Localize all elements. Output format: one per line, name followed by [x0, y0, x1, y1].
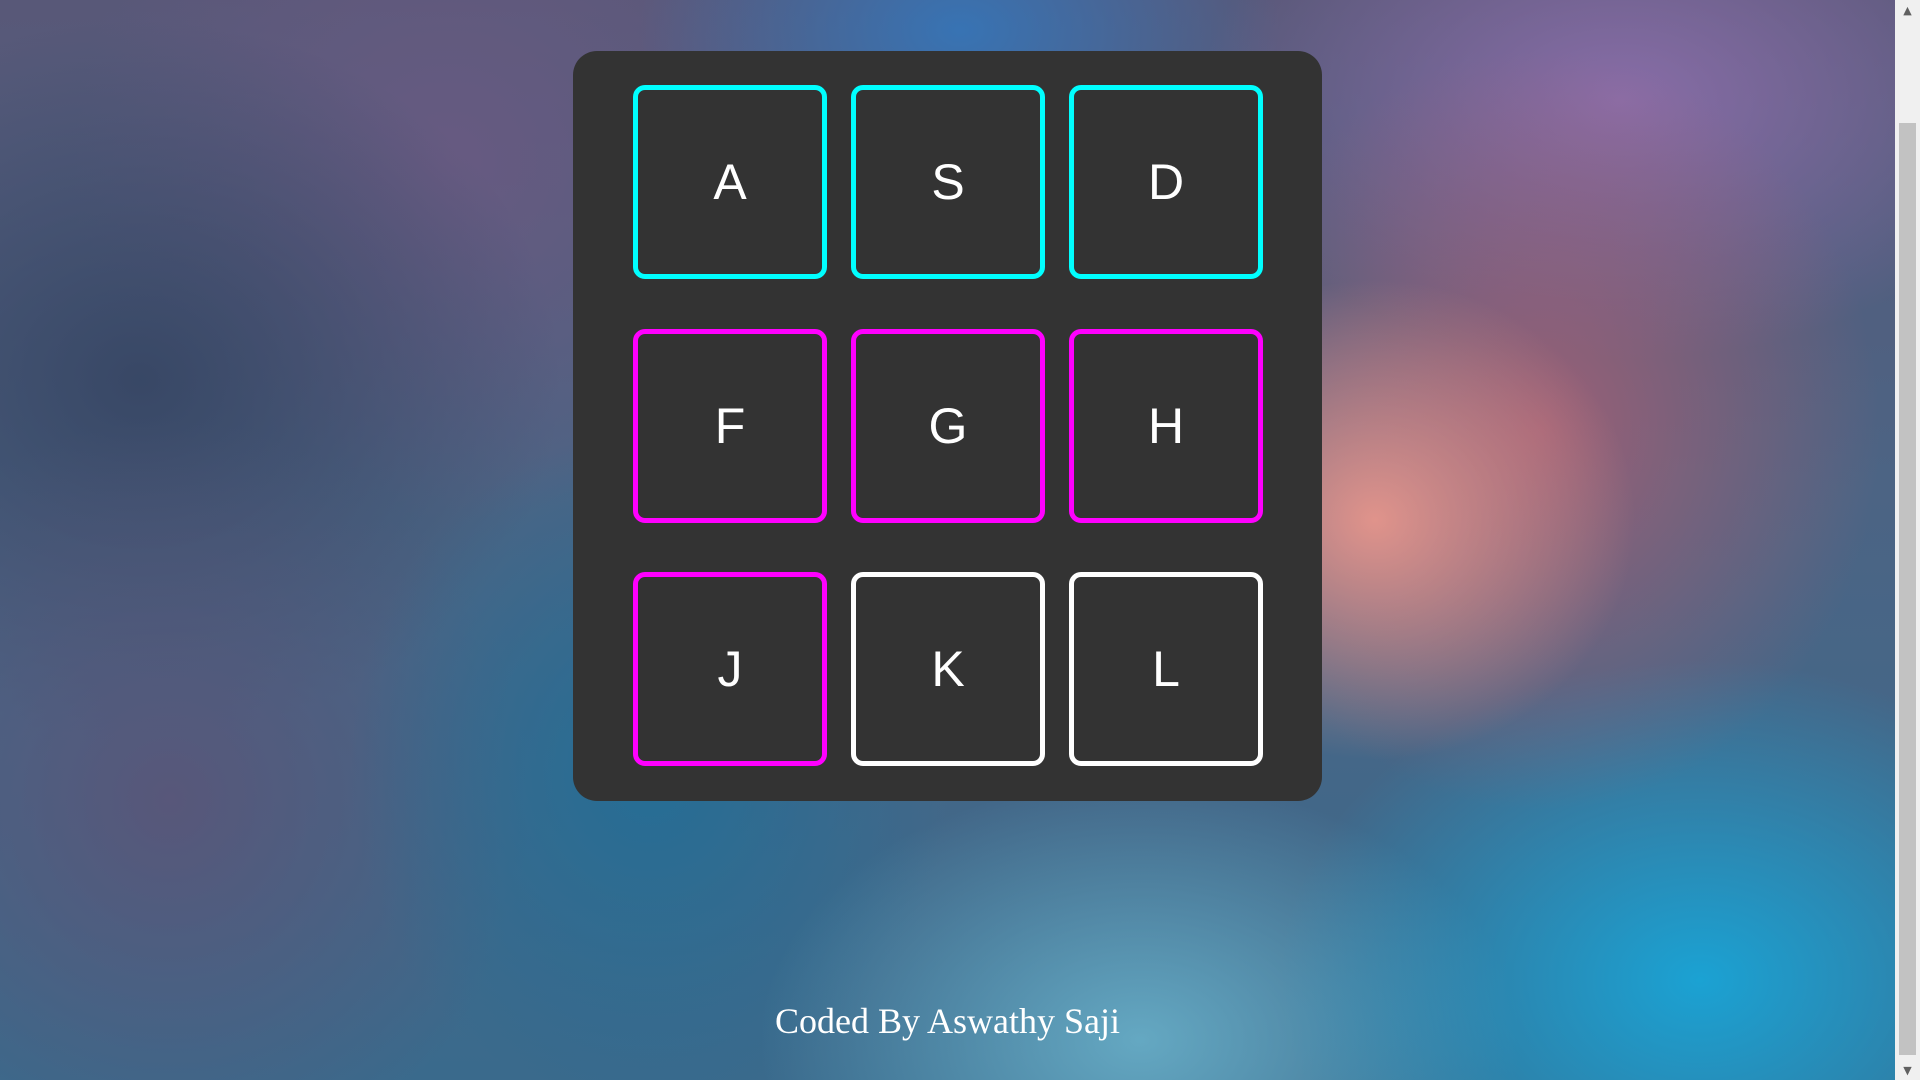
- key-l[interactable]: L: [1069, 572, 1263, 766]
- arrow-up-icon[interactable]: ▲: [1895, 0, 1920, 20]
- key-k[interactable]: K: [851, 572, 1045, 766]
- key-g[interactable]: G: [851, 329, 1045, 523]
- drum-pad-panel: A S D F G H J K L: [573, 51, 1322, 801]
- key-d[interactable]: D: [1069, 85, 1263, 279]
- key-s[interactable]: S: [851, 85, 1045, 279]
- scrollbar-thumb[interactable]: [1899, 123, 1916, 1055]
- arrow-down-icon[interactable]: ▼: [1895, 1060, 1920, 1080]
- key-f[interactable]: F: [633, 329, 827, 523]
- key-h[interactable]: H: [1069, 329, 1263, 523]
- footer-credit: Coded By Aswathy Saji: [774, 1001, 1120, 1041]
- key-a[interactable]: A: [633, 85, 827, 279]
- key-j[interactable]: J: [633, 572, 827, 766]
- vertical-scrollbar[interactable]: ▲ ▼: [1895, 0, 1920, 1080]
